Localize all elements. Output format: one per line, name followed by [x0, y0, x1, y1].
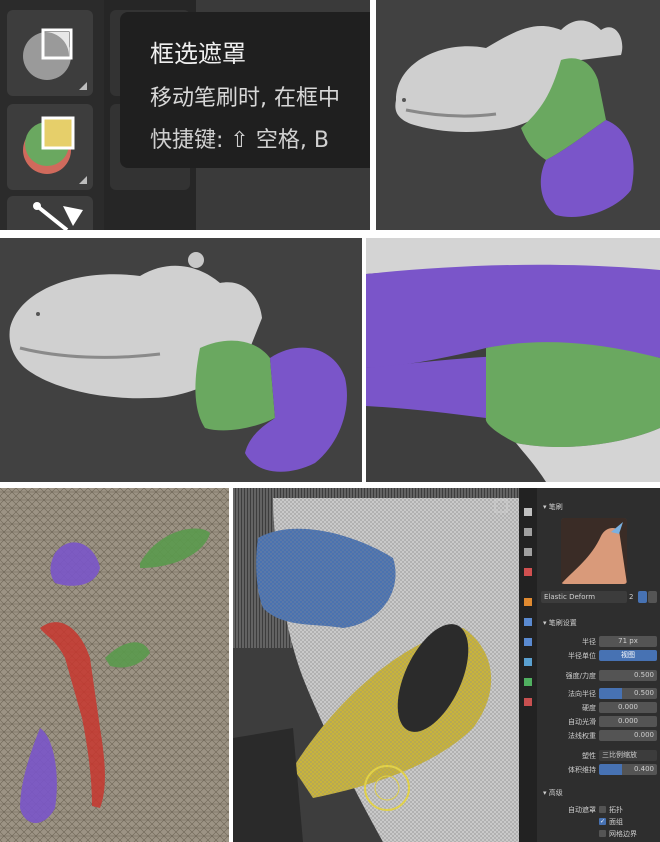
- automask-topology-checkbox[interactable]: [599, 806, 606, 813]
- normal-radius-slider[interactable]: 0.500: [599, 688, 657, 699]
- sculpt-viewport-image[interactable]: [233, 488, 519, 842]
- automask-row-1: 自动遮罩 拓扑: [537, 804, 660, 816]
- brush-name-field[interactable]: Elastic Deform: [541, 591, 627, 603]
- normal-weight-row: 法线权重 0.000: [537, 730, 660, 742]
- box-mask-icon: [23, 28, 87, 90]
- tooltip: 框选遮罩 移动笔刷时, 在框中 快捷键: ⇧ 空格, B: [120, 12, 370, 168]
- tooltip-title: 框选遮罩: [150, 40, 246, 68]
- autosmooth-label: 自动光滑: [568, 718, 596, 726]
- arrow-tool-icon: [33, 202, 83, 230]
- hardness-field[interactable]: 0.000: [599, 702, 657, 713]
- modifier-tab-icon[interactable]: [524, 618, 532, 626]
- brush-section-header[interactable]: ▾ 笔刷: [543, 502, 563, 512]
- mesh-masks-image: [0, 488, 229, 842]
- cloth-tool-button[interactable]: [7, 196, 93, 230]
- strength-label: 强度/力度: [565, 672, 596, 680]
- brush-users-count[interactable]: 2: [629, 591, 637, 603]
- automask-mesh-boundary-checkbox[interactable]: [599, 830, 606, 837]
- viewport-mesh-masks[interactable]: [0, 488, 229, 842]
- volume-row: 体积维持 0.400: [537, 764, 660, 776]
- object-tab-icon[interactable]: [524, 598, 532, 606]
- viewport-dragon-1[interactable]: [376, 0, 660, 230]
- automask-face-sets-checkbox[interactable]: ✓: [599, 818, 606, 825]
- brush-settings-label: 笔刷设置: [548, 619, 577, 627]
- fake-user-shield-icon[interactable]: [638, 591, 647, 603]
- advanced-section-header[interactable]: ▾ 高级: [543, 788, 563, 798]
- radius-unit-row: 半径单位 视图: [537, 650, 660, 662]
- automask-mesh-boundary-label: 网格边界: [609, 830, 637, 838]
- constraints-tab-icon[interactable]: [524, 678, 532, 686]
- toolbar: [0, 0, 104, 230]
- physics-tab-icon[interactable]: [524, 658, 532, 666]
- mask-closeup-image: [366, 238, 660, 482]
- radius-label: 半径: [582, 638, 596, 646]
- blender-ui-panel: ▾ 笔刷 Elastic Deform 2 ▾ 笔刷设置 半径 71 px 半径…: [233, 488, 660, 842]
- duplicate-brush-icon[interactable]: [648, 591, 657, 603]
- face-set-icon: [23, 116, 87, 184]
- brush-header-label: 笔刷: [548, 503, 563, 511]
- output-tab-icon[interactable]: [524, 548, 532, 556]
- advanced-label: 高级: [548, 789, 563, 797]
- viewport-dragon-2[interactable]: [0, 238, 362, 482]
- tool-tab-icon[interactable]: [524, 508, 532, 516]
- deform-label: 塑性: [582, 752, 596, 760]
- automask-label: 自动遮罩: [568, 806, 596, 814]
- face-set-box-tool-button[interactable]: [7, 104, 93, 190]
- radius-unit-label: 半径单位: [568, 652, 596, 660]
- render-tab-icon[interactable]: [524, 528, 532, 536]
- volume-label: 体积维持: [568, 766, 596, 774]
- radius-unit-view-toggle[interactable]: 视图: [599, 650, 657, 661]
- material-tab-icon[interactable]: [524, 698, 532, 706]
- normal-weight-field[interactable]: 0.000: [599, 730, 657, 741]
- brush-preview-image: [561, 518, 627, 584]
- particles-tab-icon[interactable]: [524, 638, 532, 646]
- dragon-sculpt-image-2: [9, 252, 347, 472]
- hardness-row: 硬度 0.000: [537, 702, 660, 714]
- deform-row: 塑性 三比例缩放: [537, 750, 660, 762]
- scene-tab-icon[interactable]: [524, 568, 532, 576]
- tooltip-description: 移动笔刷时, 在框中: [150, 86, 340, 111]
- normal-radius-label: 法向半径: [568, 690, 596, 698]
- brush-preview[interactable]: [561, 518, 627, 584]
- normal-weight-label: 法线权重: [568, 732, 596, 740]
- strength-field[interactable]: 0.500: [599, 670, 657, 681]
- hardness-label: 硬度: [582, 704, 596, 712]
- automask-row-2: ✓ 面组: [537, 816, 660, 828]
- autosmooth-field[interactable]: 0.000: [599, 716, 657, 727]
- brush-settings-header[interactable]: ▾ 笔刷设置: [543, 618, 577, 628]
- properties-tabs: [519, 488, 537, 842]
- normal-radius-row: 法向半径 0.500: [537, 688, 660, 700]
- autosmooth-row: 自动光滑 0.000: [537, 716, 660, 728]
- dragon-sculpt-image: [395, 20, 634, 218]
- automask-row-3: 网格边界: [537, 828, 660, 840]
- strength-row: 强度/力度 0.500: [537, 670, 660, 682]
- radius-row: 半径 71 px: [537, 636, 660, 648]
- volume-slider[interactable]: 0.400: [599, 764, 657, 775]
- tool-tooltip-panel: 框选遮罩 移动笔刷时, 在框中 快捷键: ⇧ 空格, B: [0, 0, 370, 230]
- viewport-closeup[interactable]: [366, 238, 660, 482]
- automask-topology-label: 拓扑: [609, 806, 623, 814]
- properties-editor: ▾ 笔刷 Elastic Deform 2 ▾ 笔刷设置 半径 71 px 半径…: [537, 488, 660, 842]
- box-mask-tool-button[interactable]: [7, 10, 93, 96]
- tooltip-shortcut: 快捷键: ⇧ 空格, B: [150, 128, 329, 153]
- deform-dropdown[interactable]: 三比例缩放: [599, 750, 657, 761]
- automask-face-sets-label: 面组: [609, 818, 623, 826]
- radius-field[interactable]: 71 px: [599, 636, 657, 647]
